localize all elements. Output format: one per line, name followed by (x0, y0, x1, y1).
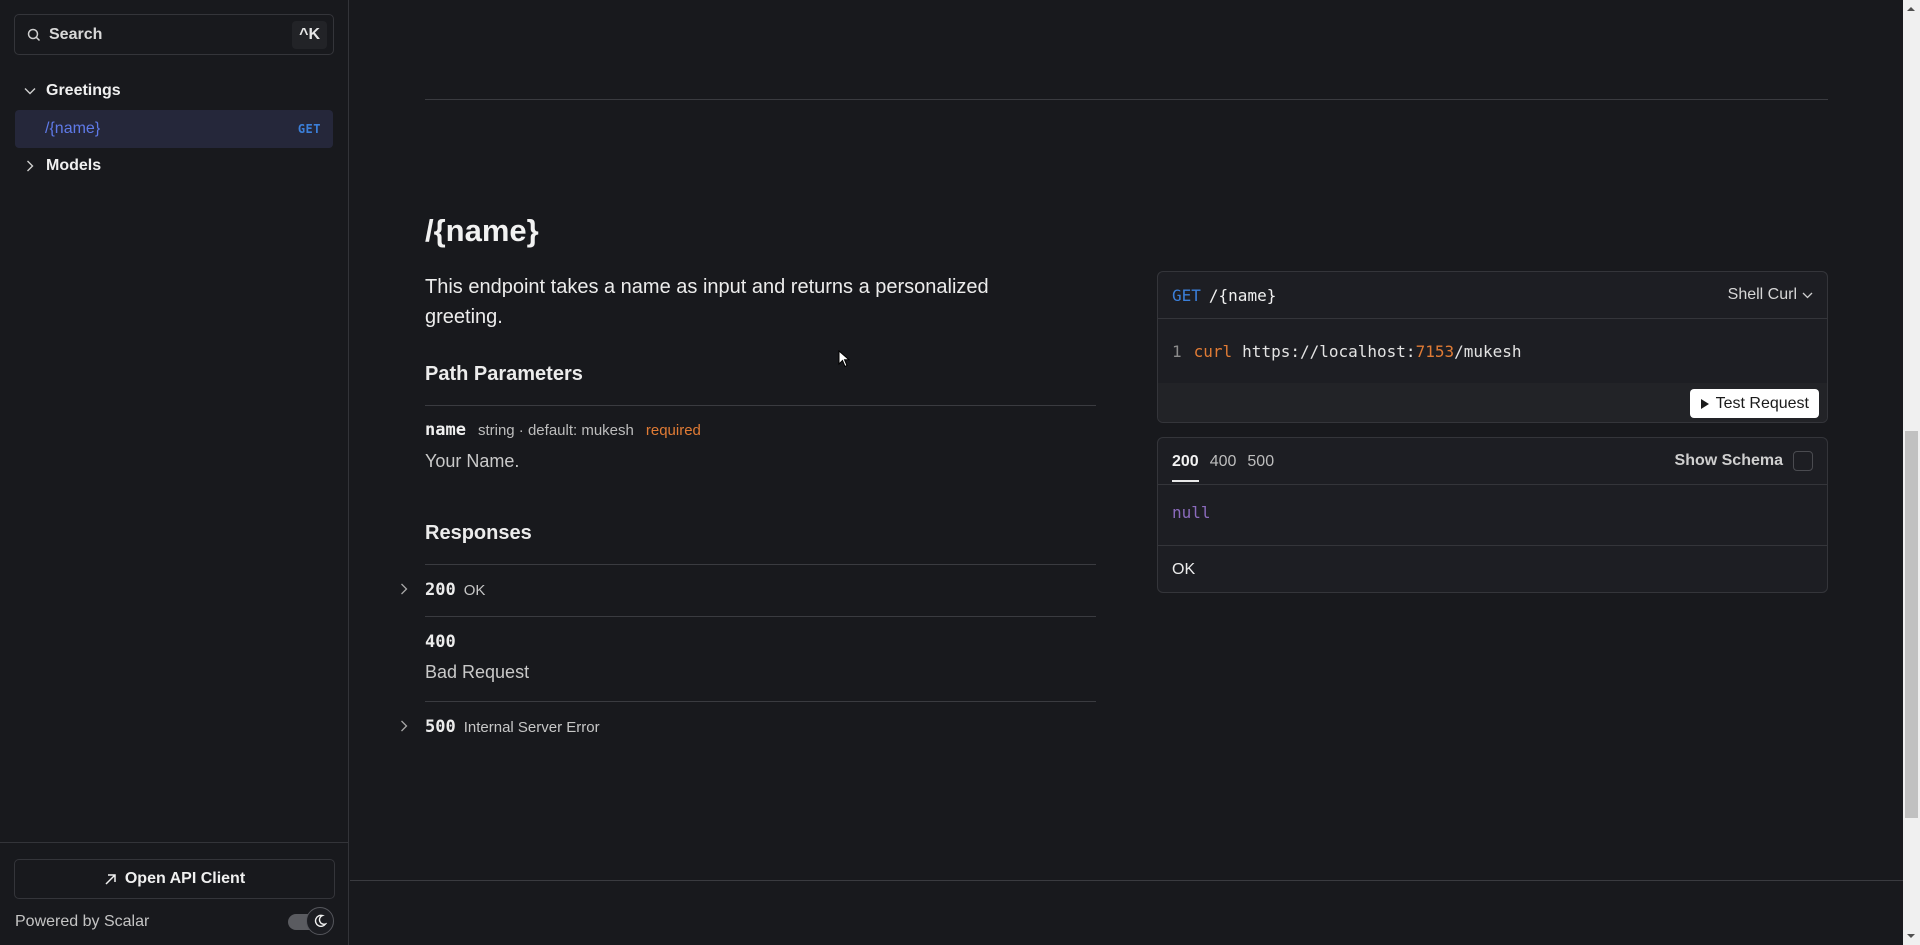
open-api-client-button[interactable]: Open API Client (14, 859, 335, 899)
response-status-text: OK (1172, 560, 1196, 578)
method-label: GET (1172, 285, 1201, 305)
test-request-button[interactable]: Test Request (1689, 389, 1819, 418)
scroll-down-arrow-icon[interactable] (1907, 934, 1915, 938)
scrollbar-thumb[interactable] (1905, 431, 1918, 818)
request-example-card: GET /{name} Shell Curl 1 curl https://lo… (1157, 271, 1828, 423)
parameter-row: name string · default: mukesh required (425, 420, 701, 440)
sidebar-footer: Open API Client Powered by Scalar (0, 842, 349, 945)
response-code: 500 (425, 717, 456, 737)
chevron-right-icon (400, 719, 425, 735)
response-text: Internal Server Error (463, 719, 600, 736)
tab-500[interactable]: 500 (1247, 438, 1274, 485)
tab-200[interactable]: 200 (1172, 438, 1199, 485)
mouse-cursor-icon (838, 350, 850, 368)
path-parameters-heading: Path Parameters (425, 363, 583, 385)
play-icon (1700, 398, 1709, 409)
request-card-header: GET /{name} Shell Curl (1158, 272, 1827, 319)
language-select[interactable]: Shell Curl (1728, 286, 1813, 304)
code-command: curl (1193, 341, 1233, 361)
parameter-meta: string · default: mukesh (477, 422, 634, 439)
code-url-suffix: /mukesh (1454, 341, 1522, 361)
response-text: OK (463, 582, 486, 599)
search-input[interactable]: Search ^K (14, 14, 334, 55)
powered-by-link[interactable]: Powered by Scalar (15, 913, 149, 931)
show-schema-toggle[interactable]: Show Schema (1675, 451, 1813, 471)
show-schema-checkbox[interactable] (1793, 451, 1813, 471)
moon-icon (314, 914, 327, 927)
sidebar-group-label: Greetings (46, 82, 121, 99)
code-url-prefix: https://localhost: (1242, 341, 1416, 361)
response-body: null (1158, 485, 1827, 546)
parameter-name: name (425, 420, 466, 440)
toggle-knob (306, 907, 334, 935)
response-code-400: 400 (425, 632, 456, 652)
scroll-up-arrow-icon[interactable] (1907, 7, 1915, 11)
search-placeholder: Search (49, 25, 103, 43)
divider (425, 616, 1096, 617)
search-shortcut: ^K (292, 21, 327, 49)
sidebar-group-greetings[interactable]: Greetings (14, 73, 334, 109)
divider (425, 564, 1096, 565)
chevron-down-icon (14, 87, 46, 95)
sidebar-item-name-endpoint[interactable]: /{name} GET (15, 110, 333, 148)
line-number: 1 (1172, 341, 1182, 361)
parameter-description: Your Name. (425, 451, 520, 471)
responses-heading: Responses (425, 522, 532, 544)
code-block: 1 curl https://localhost: 7153/mukesh (1158, 319, 1827, 383)
open-api-client-label: Open API Client (124, 870, 246, 887)
chevron-down-icon (1802, 292, 1813, 298)
endpoint-description: This endpoint takes a name as input and … (425, 276, 989, 328)
chevron-right-icon (400, 582, 425, 598)
method-badge: GET (297, 122, 321, 136)
sidebar-item-label: /{name} (45, 120, 101, 137)
section-divider (425, 99, 1828, 100)
tab-400[interactable]: 400 (1210, 438, 1237, 485)
response-card-header: 200 400 500 Show Schema (1158, 438, 1827, 485)
response-row-500[interactable]: 500 Internal Server Error (400, 717, 600, 737)
main-content: /{name} This endpoint takes a name as in… (350, 0, 1903, 945)
sidebar: Search ^K Greetings /{name} GET Models O… (0, 0, 349, 945)
response-code: 200 (425, 580, 456, 600)
theme-toggle[interactable] (288, 907, 334, 937)
code-port: 7153 (1415, 341, 1455, 361)
search-icon (27, 28, 41, 41)
test-request-label: Test Request (1715, 394, 1809, 412)
request-card-footer: Test Request (1158, 383, 1827, 422)
show-schema-label: Show Schema (1674, 452, 1783, 469)
sidebar-group-models[interactable]: Models (14, 148, 334, 184)
page-scrollbar[interactable] (1903, 0, 1920, 945)
required-badge: required (645, 422, 701, 439)
divider (425, 405, 1096, 406)
path-label: /{name} (1208, 285, 1277, 305)
response-example-card: 200 400 500 Show Schema null OK (1157, 437, 1828, 593)
chevron-right-icon (14, 160, 46, 172)
endpoint-title: /{name} (425, 213, 539, 248)
language-label: Shell Curl (1727, 286, 1797, 303)
response-text-400: Bad Request (425, 662, 530, 682)
response-row-200[interactable]: 200 OK (400, 580, 485, 600)
section-divider (350, 880, 1903, 881)
divider (425, 701, 1096, 702)
sidebar-group-label: Models (46, 157, 102, 174)
arrow-up-right-icon (105, 873, 116, 885)
